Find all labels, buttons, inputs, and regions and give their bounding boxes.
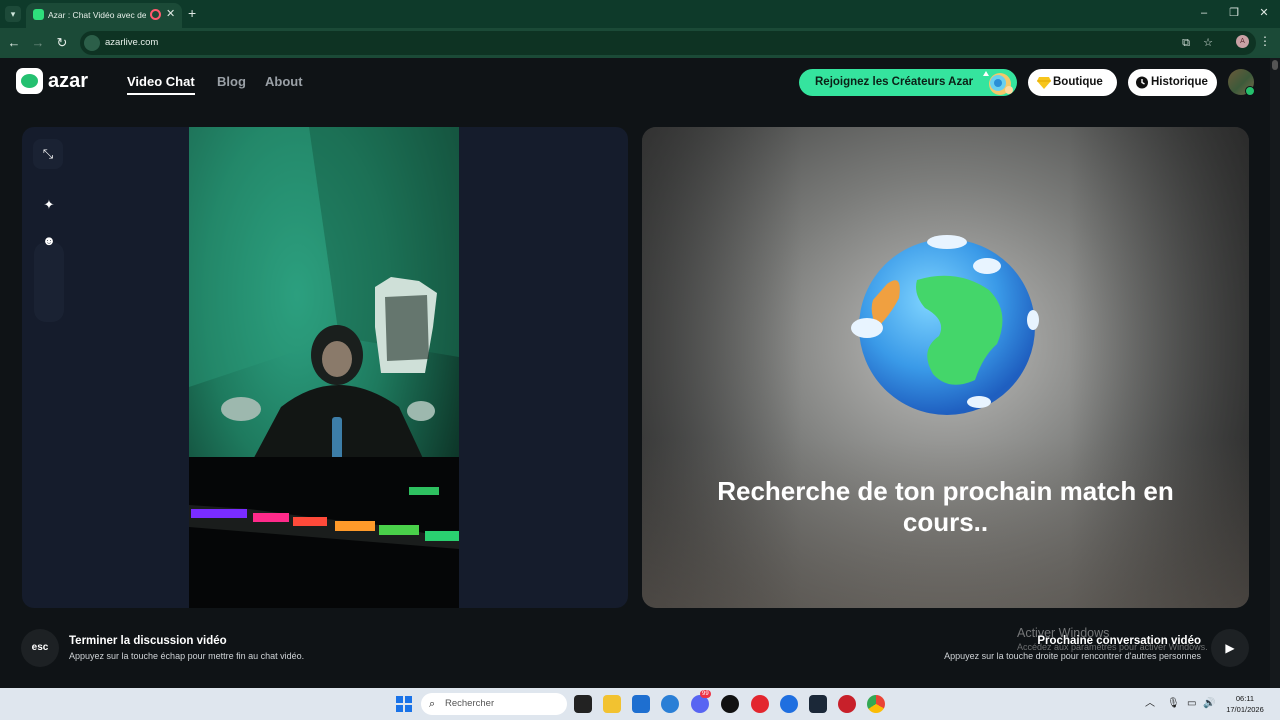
outlook-icon[interactable] [661, 695, 679, 713]
app-blue-icon[interactable] [780, 695, 798, 713]
next-chat-arrow-button[interactable]: ▶ [1211, 629, 1249, 667]
clock-date: 17/01/2026 [1226, 705, 1264, 714]
search-icon: ⌕ [429, 698, 436, 710]
browser-menu-button[interactable]: ⋮ [1259, 34, 1271, 48]
store-icon[interactable] [632, 695, 650, 713]
self-video-panel [22, 127, 628, 608]
scrollbar-thumb[interactable] [1272, 60, 1278, 70]
exit-fullscreen-button[interactable]: ⤡ [33, 139, 63, 169]
windows-start-icon[interactable] [396, 696, 412, 712]
install-app-icon[interactable]: ⧉ [1178, 35, 1194, 51]
minimize-window-button[interactable]: – [1196, 5, 1212, 21]
esc-key-button[interactable]: esc [21, 629, 59, 667]
nav-active-underline [127, 93, 195, 95]
close-tab-button[interactable]: ✕ [166, 7, 175, 21]
join-creators-button[interactable]: Rejoignez les Créateurs Azar [799, 69, 1017, 96]
creators-illustration-icon [983, 71, 1013, 95]
windows-taskbar: ⌕ Rechercher 99 ︿ 🎙 ▭ 🔊 06:11 17/01/2026 [0, 688, 1280, 720]
new-tab-button[interactable]: + [188, 5, 196, 21]
history-button[interactable]: Historique [1128, 69, 1217, 96]
gem-icon [1037, 77, 1051, 89]
nav-about[interactable]: About [265, 74, 303, 90]
effects-wand-button[interactable]: ✦ [34, 190, 64, 220]
join-creators-label: Rejoignez les Créateurs Azar [815, 76, 974, 88]
close-window-button[interactable]: ✕ [1256, 5, 1272, 21]
taskbar-clock[interactable]: 06:11 17/01/2026 [1222, 693, 1268, 715]
task-view-icon[interactable] [574, 695, 592, 713]
taskbar-search[interactable]: ⌕ Rechercher [421, 693, 567, 715]
steam-icon[interactable] [809, 695, 827, 713]
reload-button[interactable]: ↻ [53, 34, 71, 52]
self-camera-feed [189, 127, 459, 608]
end-chat-hint: Appuyez sur la touche échap pour mettre … [69, 651, 305, 661]
globe-icon [851, 235, 1039, 415]
volume-icon[interactable]: 🔊 [1203, 697, 1215, 711]
online-status-icon [1245, 86, 1255, 96]
chrome-icon[interactable] [867, 695, 885, 713]
profile-avatar-button[interactable]: A [1236, 35, 1249, 48]
face-mask-button[interactable]: ☻ [34, 226, 64, 256]
tab-title: Azar : Chat Vidéo avec de n [48, 10, 146, 20]
file-explorer-icon[interactable] [603, 695, 621, 713]
opera-icon[interactable] [751, 695, 769, 713]
shop-button[interactable]: Boutique [1028, 69, 1117, 96]
tab-search-button[interactable]: ▾ [5, 6, 21, 22]
logo-text: azar [48, 70, 89, 92]
tray-overflow-icon[interactable]: ︿ [1145, 697, 1155, 711]
clock-icon [1136, 76, 1148, 89]
user-avatar[interactable] [1228, 69, 1255, 96]
shop-label: Boutique [1053, 76, 1103, 88]
page-scrollbar[interactable] [1270, 58, 1280, 688]
address-bar[interactable]: azarlive.com ⧉ ☆ [80, 31, 1256, 55]
app-red-icon[interactable] [838, 695, 856, 713]
history-label: Historique [1151, 76, 1208, 88]
match-search-panel: Recherche de ton prochain match en cours… [642, 127, 1249, 608]
browser-tab[interactable]: Azar : Chat Vidéo avec de n ✕ [26, 3, 182, 28]
discord-icon[interactable]: 99 [691, 690, 711, 713]
azar-page: azar Video Chat Blog About Rejoignez les… [0, 58, 1270, 688]
microphone-icon[interactable]: 🎙 [1167, 697, 1180, 711]
end-chat-title: Terminer la discussion vidéo [69, 635, 227, 647]
network-icon[interactable]: ▭ [1187, 697, 1196, 711]
nav-blog[interactable]: Blog [217, 74, 246, 90]
azar-favicon-icon [33, 9, 44, 20]
url-text: azarlive.com [105, 37, 159, 48]
nav-video-chat[interactable]: Video Chat [127, 74, 195, 90]
forward-button[interactable]: → [29, 34, 47, 52]
taskbar-search-placeholder: Rechercher [445, 698, 495, 709]
media-app-icon[interactable] [721, 695, 739, 713]
site-info-icon[interactable] [84, 35, 100, 51]
browser-tab-strip: ▾ Azar : Chat Vidéo avec de n ✕ + – ❐ ✕ [0, 0, 1280, 28]
discord-badge: 99 [700, 690, 711, 698]
recording-indicator-icon [150, 9, 161, 20]
bookmark-star-icon[interactable]: ☆ [1200, 35, 1216, 51]
azar-logo-mark-icon [16, 68, 43, 94]
camera-scene-image [189, 127, 459, 608]
back-button[interactable]: ← [5, 34, 23, 52]
searching-status-text: Recherche de ton prochain match en cours… [717, 476, 1174, 537]
browser-toolbar: ← → ↻ azarlive.com ⧉ ☆ [0, 28, 1280, 58]
next-chat-title: Prochaine conversation vidéo [1037, 635, 1201, 647]
restore-window-button[interactable]: ❐ [1226, 5, 1242, 21]
clock-time: 06:11 [1235, 694, 1255, 703]
next-chat-hint: Appuyez sur la touche droite pour rencon… [944, 651, 1201, 661]
